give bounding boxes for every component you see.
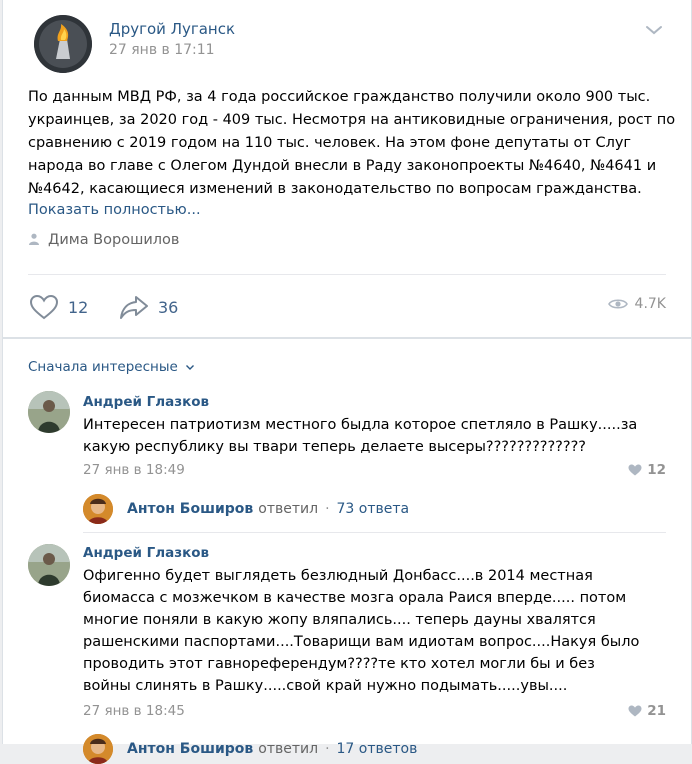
comment-text: Интересен патриотизм местного быдла кото… <box>83 417 638 455</box>
comment-date[interactable]: 27 янв в 18:45 <box>83 703 185 719</box>
share-arrow-icon <box>120 296 148 319</box>
group-avatar[interactable] <box>34 15 92 73</box>
comment-like-count: 12 <box>647 462 666 478</box>
eye-icon <box>607 299 628 309</box>
comment-like-count: 21 <box>647 703 666 719</box>
reply-count[interactable]: 17 ответов <box>337 741 418 757</box>
user-avatar-icon <box>83 734 113 764</box>
reply-verb: ответил <box>258 501 319 517</box>
like-count: 12 <box>68 297 89 317</box>
chevron-down-icon[interactable] <box>643 22 665 38</box>
comment-text: Офигенно будет выглядеть безлюдный Донба… <box>83 568 640 694</box>
sort-dropdown[interactable]: Сначала интересные <box>28 359 195 375</box>
avatar[interactable] <box>28 544 70 586</box>
heart-icon <box>628 464 642 476</box>
share-button[interactable]: 36 <box>118 291 178 323</box>
comment-author[interactable]: Андрей Глазков <box>83 394 209 410</box>
user-avatar-icon <box>28 544 70 586</box>
user-avatar-icon <box>83 494 113 524</box>
comment-like-button[interactable]: 21 <box>628 703 666 719</box>
divider <box>83 532 666 533</box>
avatar[interactable] <box>28 391 70 433</box>
replies-link[interactable]: Антон Боширов ответил · 17 ответов <box>83 734 417 764</box>
heart-icon <box>29 294 59 320</box>
comments-section: Сначала интересные Андрей Глазков Интере… <box>2 338 692 764</box>
show-more-link[interactable]: Показать полностью... <box>28 202 201 218</box>
group-avatar-icon <box>34 15 92 73</box>
comment-date[interactable]: 27 янв в 18:49 <box>83 462 185 478</box>
views-counter: 4.7K <box>607 296 666 312</box>
post-card: Другой Луганск 27 янв в 17:11 По данным … <box>2 0 692 338</box>
reply-count[interactable]: 73 ответа <box>337 501 410 517</box>
group-name[interactable]: Другой Луганск <box>109 20 235 38</box>
heart-icon <box>628 705 642 717</box>
divider <box>28 274 666 275</box>
comment-like-button[interactable]: 12 <box>628 462 666 478</box>
replies-link[interactable]: Антон Боширов ответил · 73 ответа <box>83 494 409 524</box>
reply-separator: · <box>325 741 330 757</box>
avatar[interactable] <box>83 734 113 764</box>
views-count: 4.7K <box>634 296 666 312</box>
post-date[interactable]: 27 янв в 17:11 <box>109 42 215 58</box>
reply-author[interactable]: Антон Боширов <box>127 501 253 517</box>
reply-verb: ответил <box>258 741 319 757</box>
reply-separator: · <box>325 501 330 517</box>
avatar[interactable] <box>83 494 113 524</box>
reply-author[interactable]: Антон Боширов <box>127 741 253 757</box>
person-icon <box>29 233 39 245</box>
share-count: 36 <box>158 297 179 317</box>
post-text: По данным МВД РФ, за 4 года российское г… <box>28 89 676 197</box>
sort-label: Сначала интересные <box>28 359 178 375</box>
user-avatar-icon <box>28 391 70 433</box>
post-author[interactable]: Дима Ворошилов <box>28 232 179 248</box>
post-author-name: Дима Ворошилов <box>48 232 180 248</box>
like-button[interactable]: 12 <box>28 291 88 323</box>
chevron-down-icon <box>186 365 195 370</box>
comment-author[interactable]: Андрей Глазков <box>83 545 209 561</box>
